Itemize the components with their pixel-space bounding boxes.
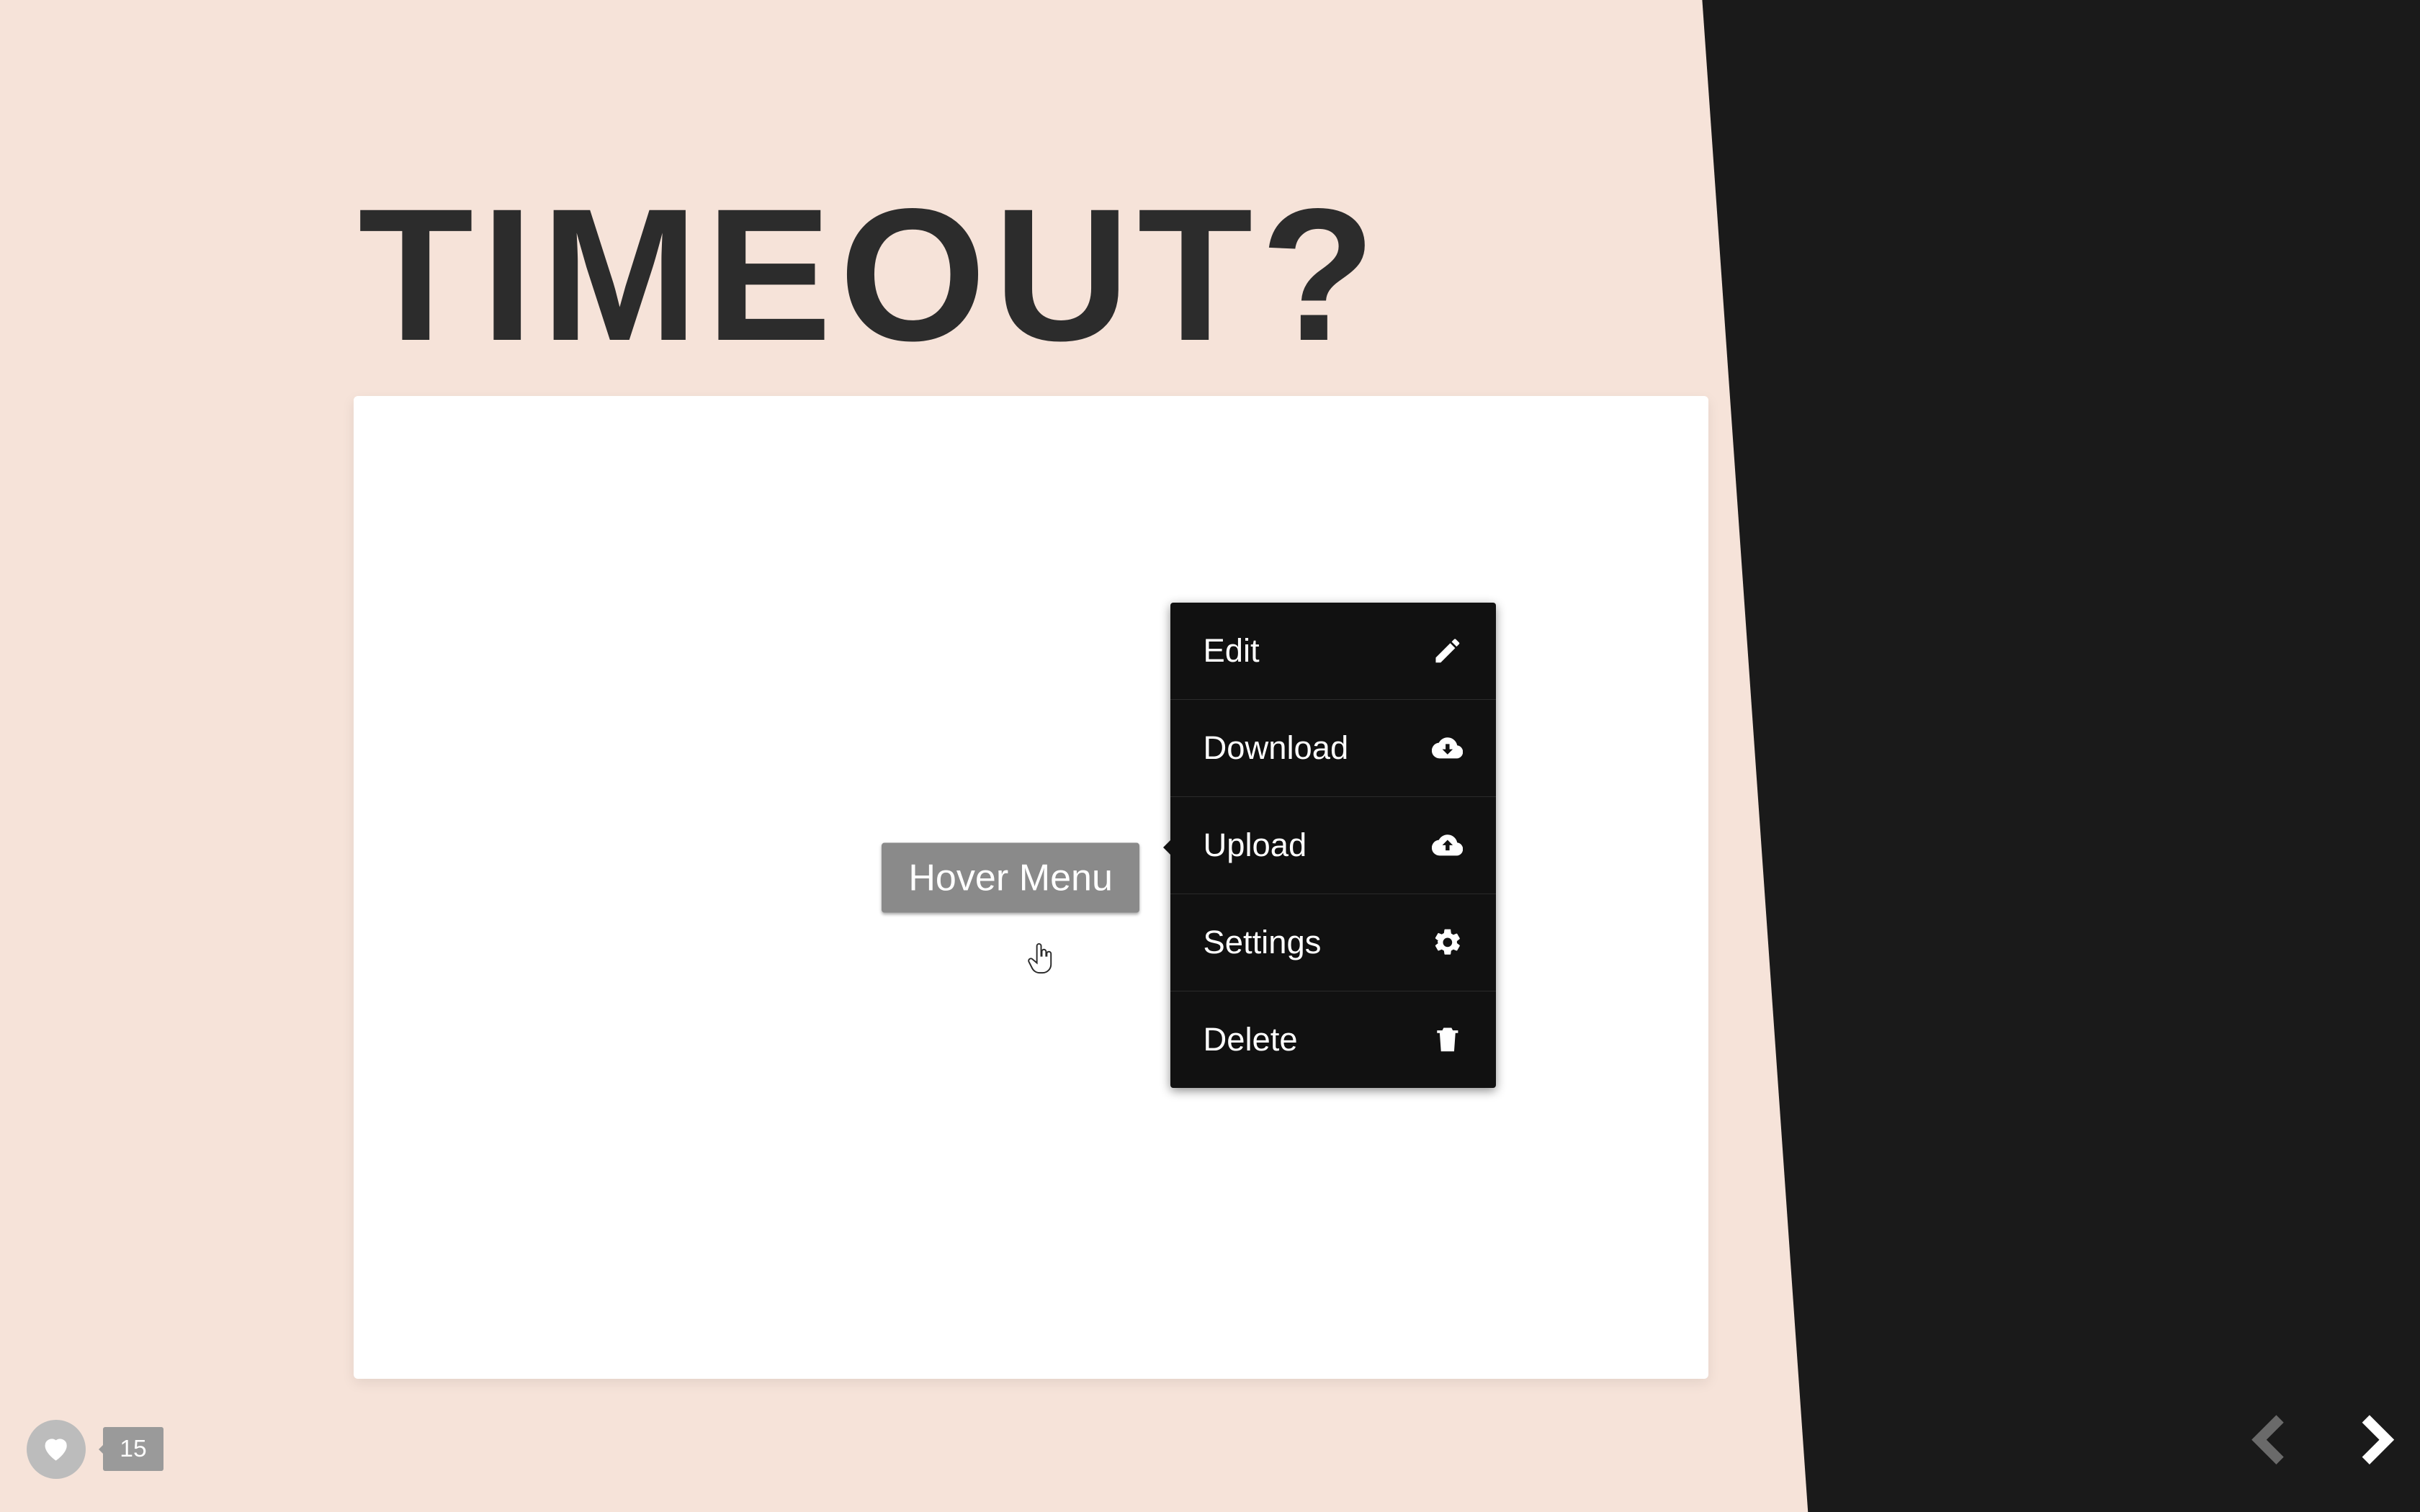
- slide-nav: [2241, 1410, 2405, 1472]
- demo-card: Hover Menu Edit Download Upload: [354, 396, 1709, 1379]
- menu-item-label: Download: [1204, 729, 1349, 767]
- menu-item-label: Delete: [1204, 1021, 1298, 1058]
- chevron-right-icon: [2342, 1408, 2405, 1475]
- pencil-icon: [1432, 635, 1464, 667]
- menu-item-label: Edit: [1204, 632, 1260, 670]
- like-count-badge: 15: [103, 1427, 163, 1472]
- side-dark-panel: [1696, 0, 2420, 1512]
- menu-item-label: Settings: [1204, 924, 1322, 961]
- prev-slide-button[interactable]: [2241, 1410, 2303, 1472]
- cloud-upload-icon: [1432, 829, 1464, 861]
- chevron-left-icon: [2241, 1408, 2303, 1475]
- menu-item-download[interactable]: Download: [1170, 700, 1496, 797]
- cloud-download-icon: [1432, 732, 1464, 764]
- popup-menu: Edit Download Upload Settings: [1170, 603, 1496, 1088]
- menu-item-edit[interactable]: Edit: [1170, 603, 1496, 700]
- menu-item-label: Upload: [1204, 827, 1307, 864]
- next-slide-button[interactable]: [2342, 1410, 2405, 1472]
- heart-icon: [27, 1432, 86, 1467]
- menu-item-delete[interactable]: Delete: [1170, 991, 1496, 1088]
- menu-item-settings[interactable]: Settings: [1170, 894, 1496, 991]
- gear-icon: [1432, 927, 1464, 958]
- like-widget: 15: [27, 1420, 163, 1479]
- hover-menu-button[interactable]: Hover Menu: [882, 843, 1139, 913]
- cursor-hand-icon: [1024, 942, 1058, 976]
- slide-stage: TIMEOUT? Hover Menu Edit Download Upload: [0, 0, 2420, 1512]
- like-button[interactable]: [27, 1420, 86, 1479]
- slide-title: TIMEOUT?: [358, 166, 1383, 384]
- trash-icon: [1432, 1024, 1464, 1056]
- menu-item-upload[interactable]: Upload: [1170, 797, 1496, 894]
